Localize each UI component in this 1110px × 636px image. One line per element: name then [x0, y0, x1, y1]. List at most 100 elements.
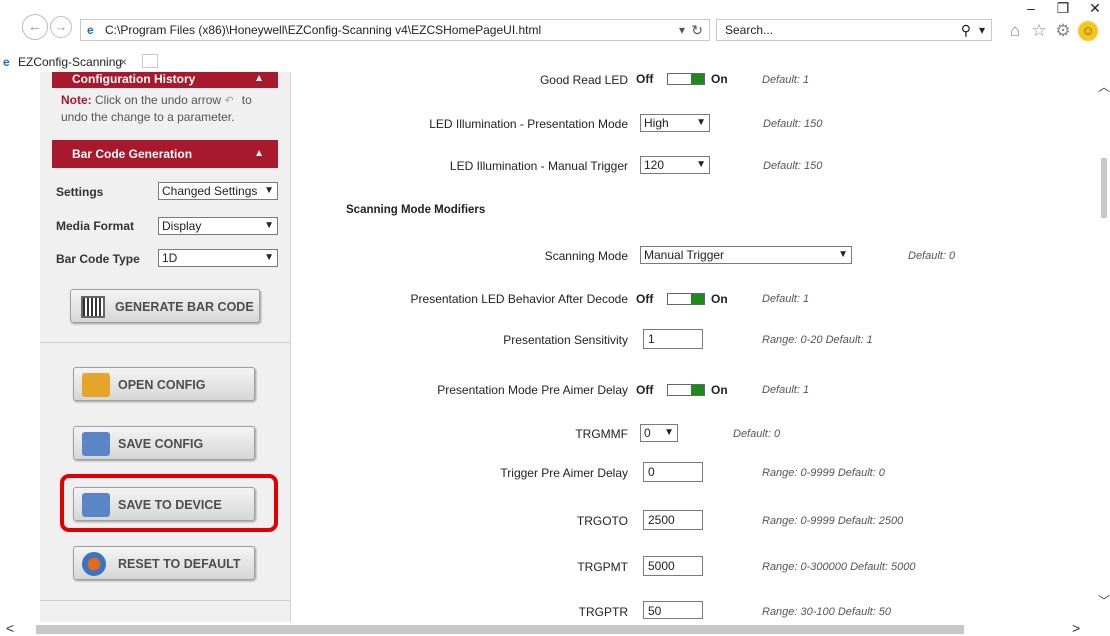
- pres-aimer-delay-label: Presentation Mode Pre Aimer Delay: [437, 383, 628, 397]
- trigger-aimer-delay-input[interactable]: 0: [643, 462, 703, 482]
- tab-title: EZConfig-Scanning: [18, 55, 123, 69]
- toggle-knob: [691, 294, 704, 304]
- address-text: C:\Program Files (x86)\Honeywell\EZConfi…: [105, 23, 542, 37]
- scanning-mode-value: Manual Trigger: [644, 248, 725, 262]
- trgmmf-select[interactable]: 0 ▼: [640, 424, 678, 442]
- tab-close-icon[interactable]: ×: [120, 52, 127, 72]
- scroll-right-arrow-icon[interactable]: >: [1072, 620, 1080, 636]
- media-format-value: Display: [162, 219, 202, 233]
- pres-sensitivity-label: Presentation Sensitivity: [503, 333, 628, 347]
- reset-to-default-button[interactable]: RESET TO DEFAULT: [73, 546, 255, 580]
- search-input[interactable]: Search... ⚲ ▾: [716, 19, 992, 41]
- horizontal-scroll-thumb[interactable]: [36, 625, 964, 634]
- tab-ezconfig[interactable]: e EZConfig-Scanning ×: [0, 52, 140, 72]
- trgmmf-value: 0: [644, 426, 651, 440]
- generate-label: GENERATE BAR CODE: [115, 300, 254, 314]
- chevron-down-icon: ▼: [264, 185, 274, 196]
- media-format-label: Media Format: [56, 219, 135, 233]
- pres-aimer-delay-default: Default: 1: [762, 384, 810, 396]
- search-icon[interactable]: ⚲: [961, 20, 971, 40]
- trgptr-input[interactable]: 50: [643, 601, 703, 619]
- bar-code-type-select[interactable]: 1D ▼: [158, 249, 278, 267]
- note-label: Note:: [61, 93, 92, 107]
- close-window-button[interactable]: ✕: [1080, 0, 1110, 16]
- save-disk-icon: [82, 432, 110, 456]
- barcode-generation-title: Bar Code Generation: [72, 147, 193, 161]
- chevron-down-icon: ▼: [696, 159, 706, 170]
- address-bar[interactable]: e C:\Program Files (x86)\Honeywell\EZCon…: [80, 19, 710, 41]
- save-config-button[interactable]: SAVE CONFIG: [73, 426, 255, 460]
- trgoto-input[interactable]: 2500: [643, 510, 703, 530]
- pres-led-behavior-off: Off: [636, 292, 654, 306]
- vertical-scrollbar[interactable]: ︿ ﹀: [1098, 72, 1110, 622]
- led-manual-select[interactable]: 120 ▼: [640, 156, 710, 174]
- trgmmf-label: TRGMMF: [575, 427, 628, 441]
- generate-bar-code-button[interactable]: GENERATE BAR CODE: [70, 289, 260, 323]
- reset-to-default-label: RESET TO DEFAULT: [118, 557, 241, 571]
- divider: [40, 600, 290, 601]
- home-icon[interactable]: ⌂: [1006, 22, 1024, 40]
- smiley-feedback-icon[interactable]: ☺: [1078, 21, 1098, 41]
- scroll-left-arrow-icon[interactable]: <: [6, 620, 14, 636]
- led-presentation-default: Default: 150: [763, 118, 823, 130]
- reset-icon: [82, 552, 106, 576]
- chevron-down-icon: ▼: [264, 220, 274, 231]
- good-read-led-default: Default: 1: [762, 74, 810, 86]
- config-history-header[interactable]: Configuration History ▲: [52, 72, 278, 88]
- trgoto-label: TRGOTO: [576, 514, 628, 528]
- trgpmt-input[interactable]: 5000: [643, 556, 703, 576]
- pres-led-behavior-on: On: [711, 292, 728, 306]
- save-to-device-button[interactable]: SAVE TO DEVICE: [73, 487, 255, 521]
- pres-led-behavior-default: Default: 1: [762, 293, 810, 305]
- open-folder-icon: [82, 373, 110, 397]
- vertical-scroll-thumb[interactable]: [1101, 158, 1107, 218]
- pres-sensitivity-hint: Range: 0-20 Default: 1: [762, 334, 873, 346]
- pres-sensitivity-input[interactable]: 1: [643, 329, 703, 349]
- new-tab-button[interactable]: [142, 54, 158, 68]
- pres-aimer-delay-off: Off: [636, 383, 654, 397]
- pres-aimer-delay-on: On: [711, 383, 728, 397]
- address-dropdown-icon[interactable]: ▾: [679, 20, 685, 40]
- trgptr-label: TRGPTR: [578, 605, 628, 619]
- collapse-arrow-icon[interactable]: ▲: [254, 72, 264, 86]
- forward-button[interactable]: →: [50, 16, 72, 38]
- good-read-led-label: Good Read LED: [539, 73, 628, 87]
- scanning-mode-select[interactable]: Manual Trigger ▼: [640, 246, 852, 264]
- settings-select[interactable]: Changed Settings ▼: [158, 182, 278, 200]
- bar-code-type-label: Bar Code Type: [56, 252, 140, 266]
- trgoto-hint: Range: 0-9999 Default: 2500: [762, 515, 904, 527]
- led-manual-label: LED Illumination - Manual Trigger: [449, 159, 628, 173]
- scanning-mode-label: Scanning Mode: [544, 249, 628, 263]
- scroll-down-arrow-icon[interactable]: ﹀: [1098, 592, 1110, 609]
- restore-button[interactable]: ❐: [1048, 0, 1078, 16]
- trgptr-hint: Range: 30-100 Default: 50: [762, 606, 892, 618]
- note-text-cont: undo the change to a parameter.: [61, 110, 235, 124]
- sidebar: Configuration History ▲ Note: Click on t…: [40, 72, 291, 622]
- ie-page-icon: e: [87, 23, 94, 37]
- scanning-mode-default: Default: 0: [908, 250, 956, 262]
- horizontal-scrollbar[interactable]: < >: [0, 620, 1110, 636]
- undo-arrow-icon: ↶: [224, 95, 234, 107]
- good-read-led-off: Off: [636, 72, 654, 86]
- minimize-button[interactable]: –: [1016, 0, 1046, 16]
- settings-gear-icon[interactable]: ⚙: [1054, 22, 1072, 40]
- open-config-button[interactable]: OPEN CONFIG: [73, 367, 255, 401]
- pres-led-behavior-label: Presentation LED Behavior After Decode: [410, 292, 628, 306]
- collapse-arrow-icon[interactable]: ▲: [254, 140, 264, 168]
- led-presentation-value: High: [644, 116, 669, 130]
- ie-tab-icon: e: [3, 55, 10, 69]
- search-dropdown-icon[interactable]: ▾: [979, 20, 985, 40]
- chevron-down-icon: ▼: [664, 427, 674, 438]
- divider: [40, 342, 290, 343]
- favorites-star-icon[interactable]: ☆: [1030, 22, 1048, 40]
- search-placeholder: Search...: [725, 23, 774, 37]
- note-text-to: to: [241, 93, 252, 107]
- scroll-up-arrow-icon[interactable]: ︿: [1098, 78, 1110, 95]
- refresh-icon[interactable]: ↻: [691, 20, 703, 40]
- media-format-select[interactable]: Display ▼: [158, 217, 278, 235]
- trgmmf-default: Default: 0: [733, 428, 781, 440]
- back-button[interactable]: ←: [22, 14, 48, 40]
- save-to-device-label: SAVE TO DEVICE: [118, 498, 222, 512]
- barcode-generation-header[interactable]: Bar Code Generation ▲: [52, 140, 278, 168]
- led-presentation-select[interactable]: High ▼: [640, 114, 710, 132]
